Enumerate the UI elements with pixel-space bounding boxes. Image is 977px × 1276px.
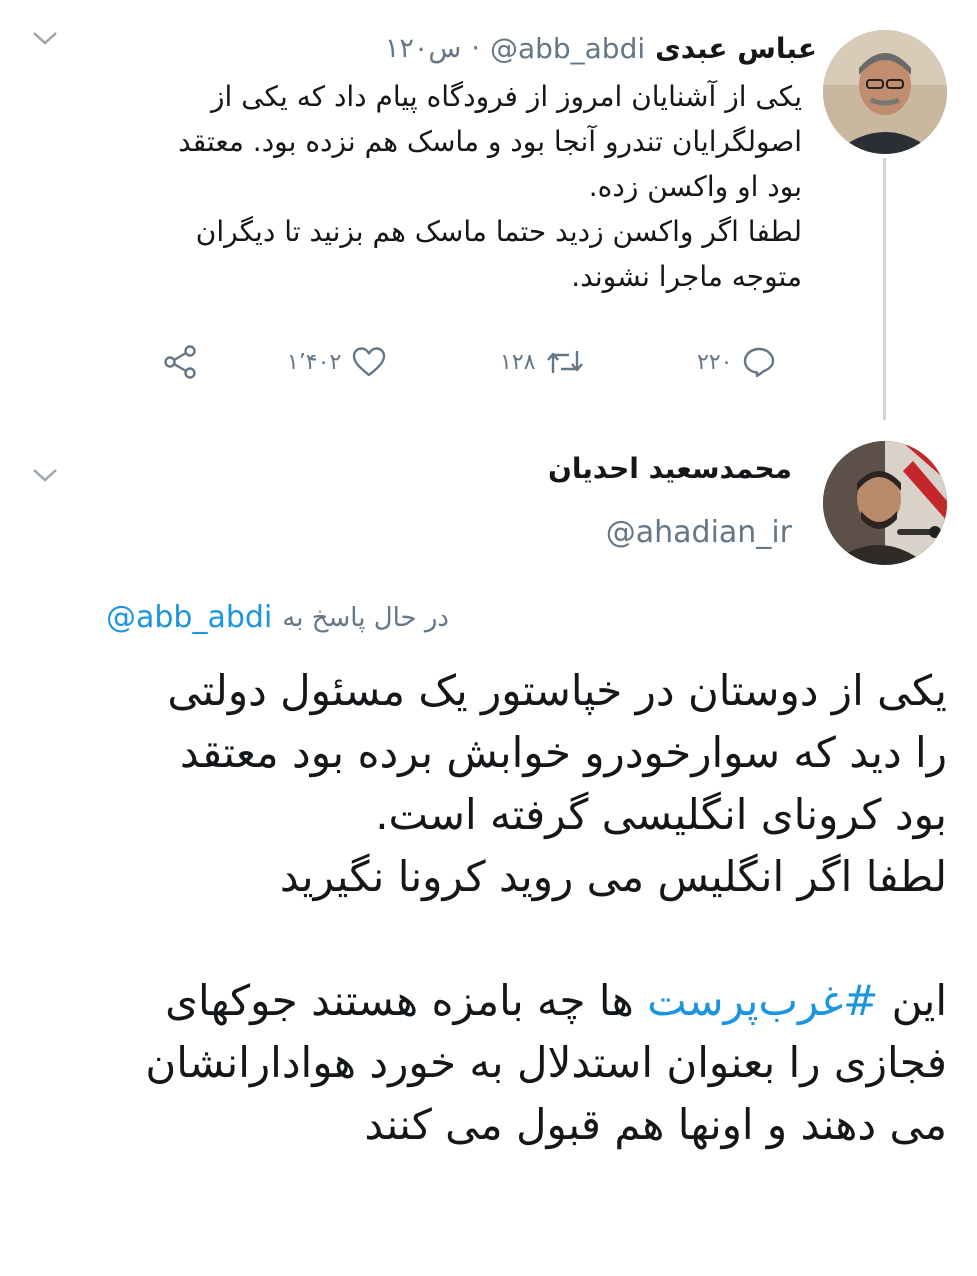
tweet-line: فجازی را بعنوان استدلال به خورد هواداران… (145, 1038, 947, 1087)
tweet-line: لطفا اگر واکسن زدید حتما ماسک هم بزنید ت… (195, 215, 802, 248)
like-button[interactable]: ۱٬۴۰۲ (287, 340, 387, 384)
author-name[interactable]: محمدسعید احدیان (548, 452, 792, 485)
tweet-line: اصولگرایان تندرو آنجا بود و ماسک هم نزده… (178, 125, 802, 158)
tweet-line: یکی از آشنایان امروز از فرودگاه پیام داد… (211, 80, 802, 113)
author-name[interactable]: عباس عبدی (655, 32, 817, 65)
retweet-icon (547, 351, 584, 373)
like-icon (353, 347, 386, 377)
replying-to: @abb_abdi در حال پاسخ به (106, 600, 449, 635)
author-handle[interactable]: @ahadian_ir (606, 515, 792, 550)
tweet-line: متوجه ماجرا نشوند. (571, 260, 802, 293)
thread-connector (883, 158, 886, 420)
like-count: ۱٬۴۰۲ (287, 349, 342, 375)
share-icon (164, 345, 196, 379)
reply-icon (744, 347, 775, 378)
reply-button[interactable]: ۲۲۰ (697, 340, 776, 384)
tweet-time[interactable]: ۱۲۰س (385, 33, 461, 64)
tweet-line: را دید که سوارخودرو خوابش برده بود معتقد (179, 728, 947, 777)
chevron-down-icon[interactable] (30, 465, 60, 489)
reply-count: ۲۲۰ (697, 349, 733, 375)
reply-to-handle[interactable]: @abb_abdi (106, 600, 272, 635)
reply-prefix: در حال پاسخ به (282, 602, 449, 633)
tweet-line: بود کرونای انگلیسی گرفته است. (375, 790, 947, 839)
avatar[interactable] (823, 441, 947, 565)
hashtag-link[interactable]: #غرب‌پرست (647, 976, 878, 1025)
share-button[interactable] (162, 340, 202, 384)
tweet-line: بود او واکسن زده. (588, 170, 802, 203)
retweet-button[interactable]: ۱۲۸ (500, 340, 585, 384)
tweet2-text: یکی از دوستان در خپاستور یک مسئول دولتی … (47, 660, 947, 1156)
avatar-photo-icon (823, 441, 947, 565)
tweet-line: لطفا اگر انگلیس می روید کرونا نگیرید (279, 852, 947, 901)
tweet-line: می دهند و اونها هم قبول می کنند (364, 1100, 947, 1149)
retweet-count: ۱۲۸ (500, 349, 536, 375)
tweet-line: این #غرب‌پرست ها چه بامزه هستند جوکهای (165, 976, 947, 1025)
author-handle[interactable]: @abb_abdi (490, 32, 645, 65)
avatar[interactable] (823, 30, 947, 154)
tweet1-text: یکی از آشنایان امروز از فرودگاه پیام داد… (102, 74, 802, 299)
tweet1-header: ۱۲۰س · @abb_abdi عباس عبدی (384, 31, 817, 65)
avatar-photo-icon (823, 30, 947, 154)
tweet-line: یکی از دوستان در خپاستور یک مسئول دولتی (167, 666, 947, 715)
chevron-down-icon[interactable] (30, 28, 60, 52)
